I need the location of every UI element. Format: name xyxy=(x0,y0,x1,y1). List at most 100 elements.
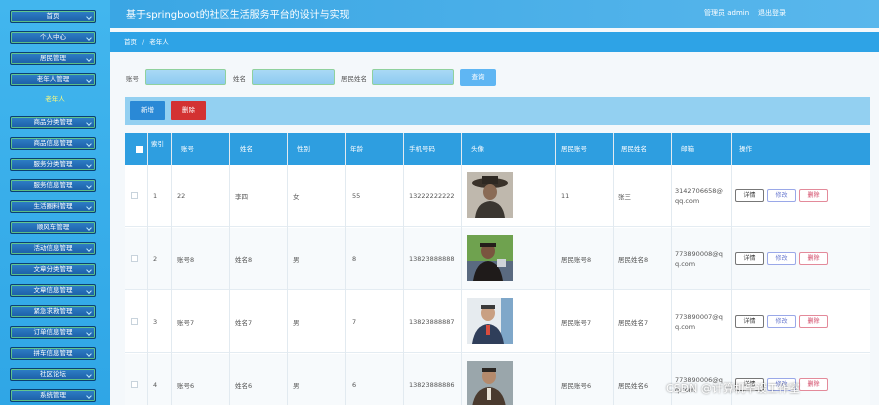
edit-button[interactable]: 修改 xyxy=(767,315,796,328)
sidebar: 首页 个人中心 居民管理 老年人管理 老年人 商品分类管理 商品信息管理 服务分… xyxy=(0,0,110,405)
sidebar-item-orders[interactable]: 订单信息管理 xyxy=(10,326,96,339)
cell-gender: 男 xyxy=(293,256,300,264)
email-line: 773890008@q xyxy=(675,250,723,258)
cell-gender: 男 xyxy=(293,382,300,390)
sidebar-item-elderly-management[interactable]: 老年人管理 xyxy=(10,73,96,86)
column-divider xyxy=(731,133,732,405)
cell-account: 账号8 xyxy=(177,256,195,264)
delete-button[interactable]: 删除 xyxy=(799,378,828,391)
batch-delete-button[interactable]: 删除 xyxy=(171,101,206,120)
sidebar-item-article-info[interactable]: 文章信息管理 xyxy=(10,284,96,297)
column-divider xyxy=(613,133,614,405)
detail-button[interactable]: 详情 xyxy=(735,252,764,265)
elderly-table: 索引 账号 姓名 性别 年龄 手机号码 头像 居民账号 居民姓名 邮箱 操作 1… xyxy=(125,133,870,405)
sidebar-item-forum[interactable]: 社区论坛 xyxy=(10,368,96,381)
sidebar-item-product-info[interactable]: 商品信息管理 xyxy=(10,137,96,150)
delete-button[interactable]: 删除 xyxy=(799,189,828,202)
detail-button[interactable]: 详情 xyxy=(735,189,764,202)
select-all-checkbox[interactable] xyxy=(136,146,143,153)
sidebar-item-carpool-info[interactable]: 拼车信息管理 xyxy=(10,347,96,360)
table-row: 1 22 李四 女 55 13222222222 11 张三 314270665… xyxy=(125,165,870,227)
row-checkbox[interactable] xyxy=(131,318,138,325)
row-checkbox[interactable] xyxy=(131,255,138,262)
sidebar-item-residents[interactable]: 居民管理 xyxy=(10,52,96,65)
cell-age: 55 xyxy=(352,192,361,200)
avatar xyxy=(467,361,513,405)
cell-name: 姓名8 xyxy=(235,256,253,264)
account-input[interactable] xyxy=(145,69,226,85)
cell-index: 1 xyxy=(153,192,158,200)
cell-resident-name: 居民姓名8 xyxy=(618,256,649,264)
table-row: 2 账号8 姓名8 男 8 13823888888 居民账号8 居民姓名8 77… xyxy=(125,228,870,290)
sidebar-item-profile[interactable]: 个人中心 xyxy=(10,31,96,44)
cell-resident-account: 居民账号7 xyxy=(561,319,592,327)
header-avatar: 头像 xyxy=(471,145,484,153)
cell-resident-name: 张三 xyxy=(618,193,631,201)
header-resident-name: 居民姓名 xyxy=(621,145,647,153)
sidebar-item-article-category[interactable]: 文章分类管理 xyxy=(10,263,96,276)
breadcrumb-separator: / xyxy=(142,38,145,46)
cell-email: 3142706658@ qq.com xyxy=(675,165,727,227)
column-divider xyxy=(555,133,556,405)
app-title: 基于springboot的社区生活服务平台的设计与实现 xyxy=(126,10,350,21)
cell-gender: 男 xyxy=(293,319,300,327)
logout-link[interactable]: 退出登录 xyxy=(758,8,786,18)
resident-name-label: 居民姓名 xyxy=(341,75,367,83)
avatar xyxy=(467,235,513,281)
cell-resident-name: 居民姓名6 xyxy=(618,382,649,390)
sidebar-item-activity[interactable]: 活动信息管理 xyxy=(10,242,96,255)
delete-button[interactable]: 删除 xyxy=(799,252,828,265)
cell-name: 李四 xyxy=(235,193,248,201)
sidebar-item-service-category[interactable]: 服务分类管理 xyxy=(10,158,96,171)
cell-account: 账号6 xyxy=(177,382,195,390)
cell-age: 7 xyxy=(352,318,357,326)
search-button[interactable]: 查询 xyxy=(460,69,496,86)
cell-email: 773890007@q q.com xyxy=(675,291,727,353)
cell-resident-account: 居民账号8 xyxy=(561,256,592,264)
cell-email: 773890008@q q.com xyxy=(675,228,727,290)
column-divider xyxy=(403,133,404,405)
watermark: CSDN @计算机毕设工作室 xyxy=(666,382,800,395)
cell-gender: 女 xyxy=(293,193,300,201)
sidebar-item-product-category[interactable]: 商品分类管理 xyxy=(10,116,96,129)
edit-button[interactable]: 修改 xyxy=(767,252,796,265)
top-header: 基于springboot的社区生活服务平台的设计与实现 管理员 admin 退出… xyxy=(110,0,879,28)
detail-button[interactable]: 详情 xyxy=(735,315,764,328)
cell-phone: 13222222222 xyxy=(409,192,455,200)
email-line: qq.com xyxy=(675,197,700,205)
add-button[interactable]: 新增 xyxy=(130,101,165,120)
column-divider xyxy=(345,133,346,405)
account-label: 账号 xyxy=(126,75,139,83)
avatar xyxy=(467,298,513,344)
sidebar-item-emergency[interactable]: 紧急求救管理 xyxy=(10,305,96,318)
sidebar-item-home[interactable]: 首页 xyxy=(10,10,96,23)
delete-button[interactable]: 删除 xyxy=(799,315,828,328)
name-input[interactable] xyxy=(252,69,335,85)
header-phone: 手机号码 xyxy=(409,145,435,153)
sidebar-item-service-info[interactable]: 服务信息管理 xyxy=(10,179,96,192)
sidebar-item-life-circle[interactable]: 生活圈料管理 xyxy=(10,200,96,213)
column-divider xyxy=(671,133,672,405)
breadcrumb: 首页 / 老年人 xyxy=(110,32,879,52)
cell-resident-name: 居民姓名7 xyxy=(618,319,649,327)
cell-age: 6 xyxy=(352,381,357,389)
resident-name-input[interactable] xyxy=(372,69,454,85)
edit-button[interactable]: 修改 xyxy=(767,189,796,202)
cell-index: 2 xyxy=(153,255,158,263)
sidebar-subitem-elderly[interactable]: 老年人 xyxy=(0,93,110,105)
email-line: 773890007@q xyxy=(675,313,723,321)
sidebar-item-system[interactable]: 系统管理 xyxy=(10,389,96,402)
email-line: 3142706658@ xyxy=(675,187,723,195)
action-bar: 新增 删除 xyxy=(125,97,870,125)
sidebar-item-carpool[interactable]: 顺风车管理 xyxy=(10,221,96,234)
breadcrumb-home[interactable]: 首页 xyxy=(124,38,137,46)
cell-index: 4 xyxy=(153,381,158,389)
row-checkbox[interactable] xyxy=(131,192,138,199)
header-gender: 性别 xyxy=(297,145,310,153)
cell-name: 姓名6 xyxy=(235,382,253,390)
breadcrumb-current: 老年人 xyxy=(149,38,169,46)
column-divider xyxy=(461,133,462,405)
row-checkbox[interactable] xyxy=(131,381,138,388)
column-divider xyxy=(171,133,172,405)
cell-resident-account: 居民账号6 xyxy=(561,382,592,390)
